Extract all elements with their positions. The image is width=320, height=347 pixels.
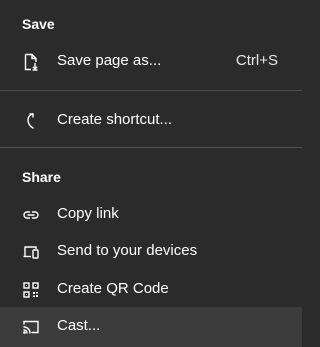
menu-item-create-qr-code[interactable]: Create QR Code (0, 270, 302, 308)
menu-item-create-shortcut[interactable]: Create shortcut... (0, 101, 302, 139)
context-menu: Save Save page as... Ctrl+S Create short… (0, 0, 302, 347)
shortcut-icon (22, 112, 40, 130)
cast-icon (22, 318, 40, 336)
section-header-share: Share (22, 169, 61, 185)
menu-divider (0, 90, 302, 91)
menu-item-send-to-devices[interactable]: Send to your devices (0, 232, 302, 270)
qr-code-icon (22, 281, 40, 299)
menu-item-label: Cast... (57, 317, 101, 334)
menu-item-copy-link[interactable]: Copy link (0, 195, 302, 233)
menu-item-label: Create QR Code (57, 280, 169, 297)
menu-item-cast[interactable]: Cast... (0, 307, 302, 347)
save-page-icon (22, 53, 40, 71)
menu-item-label: Send to your devices (57, 242, 198, 259)
menu-item-label: Copy link (57, 205, 119, 222)
section-header-save: Save (22, 16, 55, 32)
menu-item-save-page-as[interactable]: Save page as... Ctrl+S (0, 42, 302, 80)
menu-item-label: Create shortcut... (57, 111, 173, 128)
menu-item-label: Save page as... (57, 52, 162, 69)
devices-icon (22, 243, 40, 261)
keyboard-shortcut: Ctrl+S (235, 52, 278, 69)
menu-divider (0, 147, 302, 148)
link-icon (22, 206, 40, 224)
